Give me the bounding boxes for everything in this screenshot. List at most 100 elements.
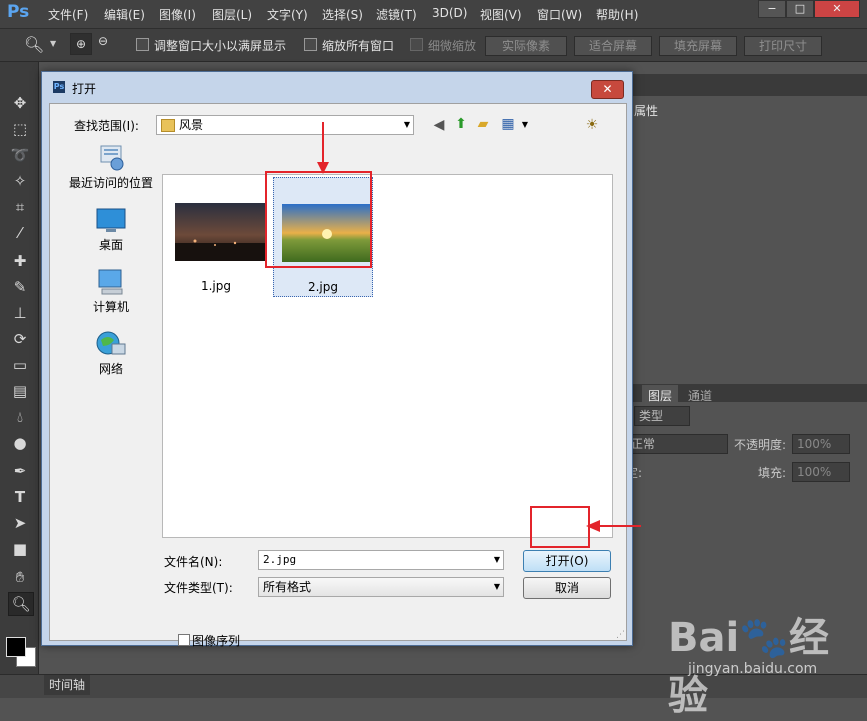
layers-tab[interactable]: 图层: [642, 385, 679, 406]
menu-filter[interactable]: 滤镜(T): [376, 6, 417, 23]
recent-places-icon: [100, 145, 124, 171]
place-desktop-label: 桌面: [98, 238, 123, 252]
open-button[interactable]: 打开(O): [523, 550, 611, 572]
callout-arrow-left-icon: [586, 520, 641, 532]
file-type-select[interactable]: 所有格式 ▼: [258, 577, 504, 597]
foreground-color-swatch[interactable]: [6, 637, 26, 657]
file-name-input[interactable]: 2.jpg ▼: [258, 550, 504, 570]
place-computer-label: 计算机: [92, 300, 129, 314]
chevron-down-icon[interactable]: ▼: [50, 39, 56, 48]
minimize-button[interactable]: −: [758, 0, 786, 18]
type-tool-icon[interactable]: T: [8, 486, 32, 508]
file-type-value: 所有格式: [263, 580, 312, 594]
resize-grip-icon[interactable]: ⋰: [616, 630, 625, 640]
menu-type[interactable]: 文字(Y): [267, 6, 308, 23]
look-in-label: 查找范围(I):: [74, 119, 139, 133]
place-desktop[interactable]: 桌面: [66, 204, 156, 260]
magic-wand-tool-icon[interactable]: ✧: [8, 170, 32, 192]
folder-icon: [161, 119, 175, 132]
back-icon[interactable]: ◀: [430, 116, 448, 134]
gradient-tool-icon[interactable]: ▤: [8, 380, 32, 402]
menubar: Ps 文件(F) 编辑(E) 图像(I) 图层(L) 文字(Y) 选择(S) 滤…: [0, 0, 867, 29]
place-computer[interactable]: 计算机: [66, 266, 156, 322]
zoom-all-checkbox[interactable]: [304, 38, 317, 51]
callout-box-file: [265, 171, 372, 268]
watermark-url: jingyan.baidu.com: [688, 661, 818, 677]
scrubby-zoom-checkbox[interactable]: [410, 38, 423, 51]
right-panels: 属性 图层 通道 类型 正常 不透明度: 100% 定: 填充: 100%: [610, 62, 867, 697]
resize-windows-label: 调整窗口大小以满屏显示: [154, 39, 287, 53]
dialog-close-button[interactable]: ✕: [591, 80, 624, 99]
actual-pixels-button[interactable]: 实际像素: [485, 36, 567, 56]
zoom-out-icon[interactable]: ⊖: [98, 34, 108, 48]
file-item-1[interactable]: 1.jpg: [167, 177, 265, 295]
lasso-tool-icon[interactable]: ➰: [8, 144, 32, 166]
opacity-field[interactable]: 100%: [792, 434, 850, 454]
properties-tab[interactable]: 属性: [634, 102, 658, 119]
fill-screen-button[interactable]: 填充屏幕: [659, 36, 737, 56]
zoom-tool-icon[interactable]: 🔍︎: [24, 35, 44, 54]
dialog-titlebar[interactable]: Ps 打开 ✕: [42, 72, 632, 102]
place-network-label: 网络: [98, 362, 123, 376]
brush-tool-icon[interactable]: ✎: [8, 276, 32, 298]
desktop-icon: [96, 208, 126, 232]
new-folder-icon[interactable]: ▰: [474, 115, 492, 133]
fill-field[interactable]: 100%: [792, 462, 850, 482]
menu-window[interactable]: 窗口(W): [537, 6, 582, 23]
photoshop-logo: Ps: [7, 2, 30, 22]
chevron-down-icon[interactable]: ▼: [516, 116, 534, 134]
zoom-tool-active-icon[interactable]: 🔍︎: [8, 592, 34, 616]
menu-3d[interactable]: 3D(D): [432, 6, 467, 20]
eyedropper-tool-icon[interactable]: ⁄: [8, 222, 32, 244]
resize-windows-checkbox[interactable]: [136, 38, 149, 51]
file-list[interactable]: 1.jpg 2.jpg: [162, 174, 613, 538]
look-in-value: 风景: [179, 118, 204, 132]
app-close-button[interactable]: ✕: [814, 0, 860, 18]
menu-file[interactable]: 文件(F): [48, 6, 88, 23]
fit-screen-button[interactable]: 适合屏幕: [574, 36, 652, 56]
blend-mode-select[interactable]: 正常: [626, 434, 728, 454]
image-sequence-checkbox[interactable]: [178, 634, 190, 646]
place-network[interactable]: 网络: [66, 328, 156, 384]
marquee-tool-icon[interactable]: ⬚: [8, 118, 32, 140]
chevron-down-icon: ▼: [493, 582, 500, 591]
layer-kind-filter[interactable]: 类型: [634, 406, 690, 426]
tools-panel: ✥ ⬚ ➰ ✧ ⌗ ⁄ ✚ ✎ ⊥ ⟳ ▭ ▤ 💧︎ ● ✒ T ➤ ■ ✋︎ …: [0, 62, 39, 697]
dodge-tool-icon[interactable]: ●: [8, 432, 32, 454]
maximize-button[interactable]: □: [786, 0, 814, 18]
timeline-tab[interactable]: 时间轴: [44, 675, 90, 695]
view-menu-icon[interactable]: ▦: [499, 115, 517, 133]
menu-edit[interactable]: 编辑(E): [104, 6, 145, 23]
menu-help[interactable]: 帮助(H): [596, 6, 638, 23]
path-selection-tool-icon[interactable]: ➤: [8, 512, 32, 534]
menu-image[interactable]: 图像(I): [159, 6, 196, 23]
look-in-select[interactable]: 风景 ▼: [156, 115, 414, 135]
blur-tool-icon[interactable]: 💧︎: [8, 406, 32, 428]
baidu-jingyan-watermark: Bai🐾经验 jingyan.baidu.com: [668, 605, 858, 719]
menu-view[interactable]: 视图(V): [480, 6, 522, 23]
print-size-button[interactable]: 打印尺寸: [744, 36, 822, 56]
pen-tool-icon[interactable]: ✒: [8, 460, 32, 482]
move-tool-icon[interactable]: ✥: [8, 92, 32, 114]
eraser-tool-icon[interactable]: ▭: [8, 354, 32, 376]
rectangle-tool-icon[interactable]: ■: [8, 538, 32, 560]
folder-favorite-icon[interactable]: ☀: [583, 116, 601, 134]
properties-panel-header: [610, 74, 867, 96]
scrubby-zoom-label: 细微缩放: [428, 39, 477, 53]
clone-stamp-tool-icon[interactable]: ⊥: [8, 302, 32, 324]
hand-tool-icon[interactable]: ✋︎: [8, 566, 32, 588]
menu-select[interactable]: 选择(S): [322, 6, 363, 23]
file-name-label: 文件名(N):: [164, 555, 223, 569]
healing-brush-tool-icon[interactable]: ✚: [8, 250, 32, 272]
file-type-label: 文件类型(T):: [164, 581, 233, 595]
channels-tab[interactable]: 通道: [682, 385, 718, 406]
zoom-all-label: 缩放所有窗口: [322, 39, 395, 53]
menu-layer[interactable]: 图层(L): [212, 6, 252, 23]
up-folder-icon[interactable]: ⬆: [452, 115, 470, 133]
file-name-1: 1.jpg: [200, 279, 232, 293]
history-brush-tool-icon[interactable]: ⟳: [8, 328, 32, 350]
cancel-button[interactable]: 取消: [523, 577, 611, 599]
zoom-in-icon[interactable]: ⊕: [70, 33, 92, 55]
crop-tool-icon[interactable]: ⌗: [8, 196, 32, 218]
place-recent[interactable]: 最近访问的位置: [66, 142, 156, 198]
